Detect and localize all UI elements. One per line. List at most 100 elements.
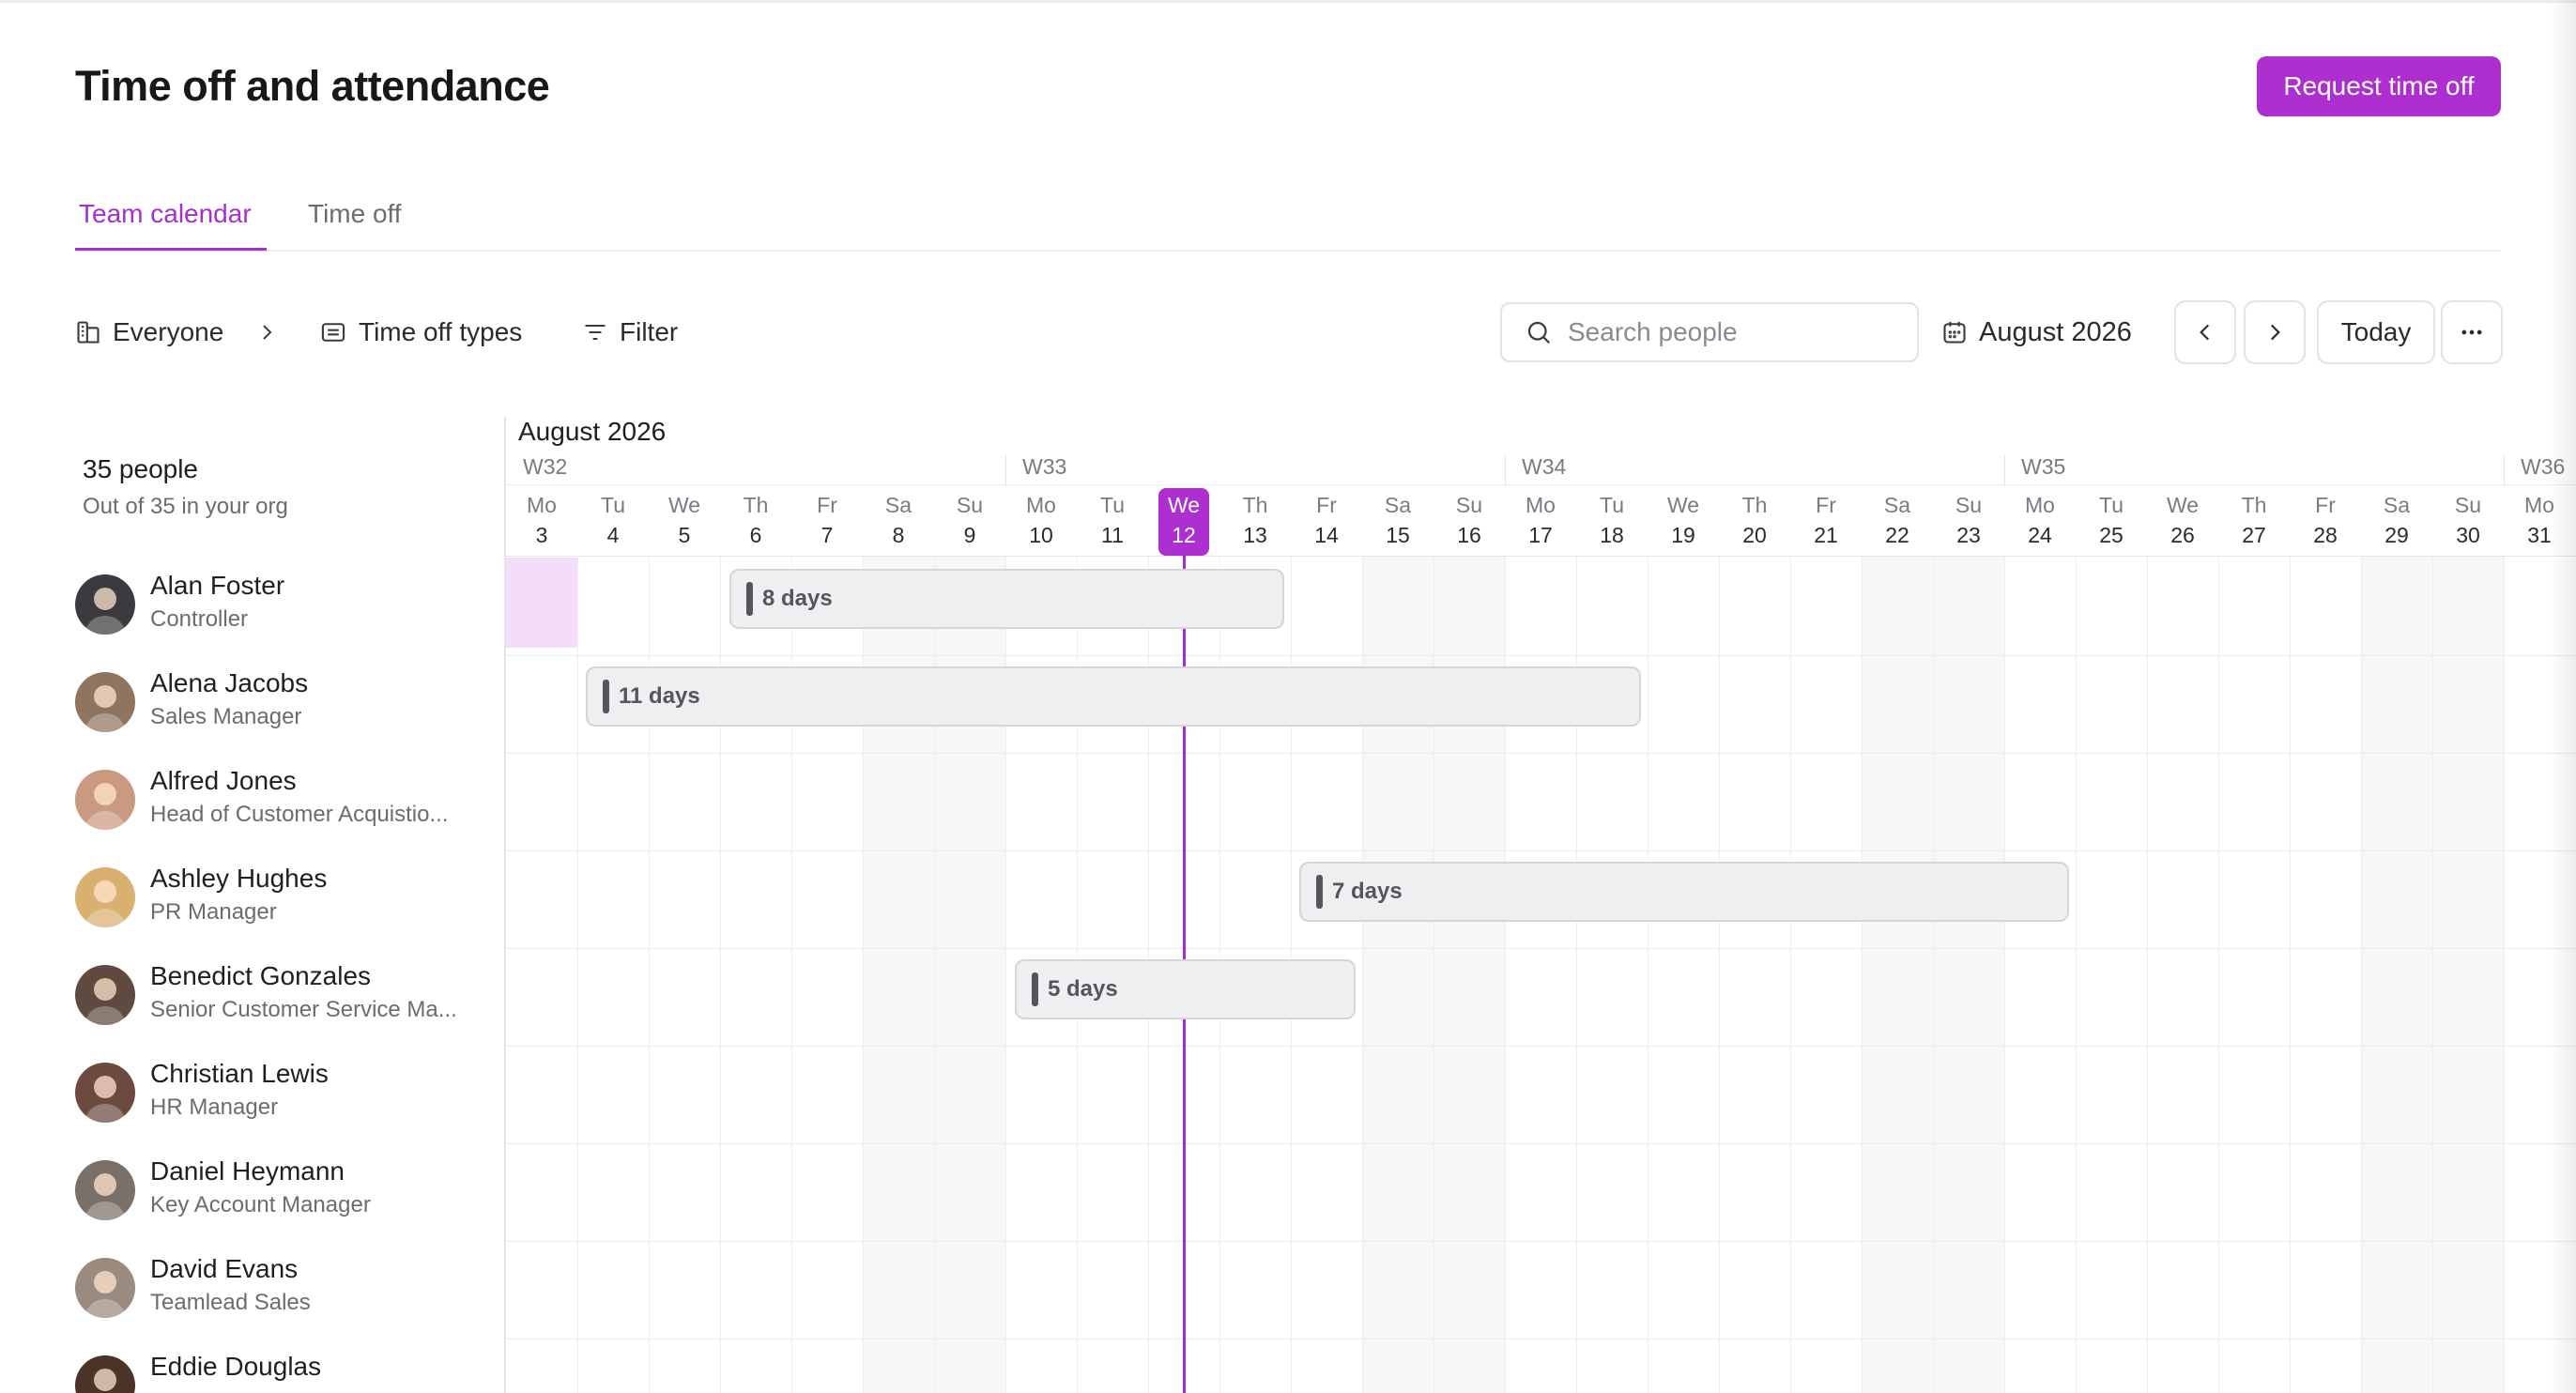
day-header[interactable]: Mo 10 [1005,490,1077,550]
day-header[interactable]: Sa 15 [1362,490,1434,550]
chevron-right-icon[interactable] [255,319,278,345]
day-header[interactable]: Tu 18 [1576,490,1648,550]
day-header[interactable]: We 12 [1148,490,1219,550]
absence-bar[interactable]: 11 days [586,666,1641,727]
right-edge-shadow [2550,0,2576,1393]
day-header[interactable]: Th 13 [1219,490,1291,550]
person-row[interactable]: Eddie Douglas [75,1348,488,1393]
row-gridline [506,948,2576,949]
avatar [75,770,135,830]
week-separator [1005,454,1006,486]
person-row[interactable]: Benedict Gonzales Senior Customer Service… [75,957,488,1055]
day-gridline [1719,557,1720,1393]
day-header[interactable]: Sa 29 [2361,490,2432,550]
next-month-button[interactable] [2244,300,2306,364]
day-gridline [2218,557,2219,1393]
calendar-icon [1941,319,1968,345]
month-picker[interactable]: August 2026 [1941,314,2132,351]
absence-type-indicator [603,680,609,713]
absence-type-indicator [746,582,753,616]
day-header[interactable]: Fr 28 [2290,490,2361,550]
day-name: Tu [601,493,625,517]
day-name: Mo [527,493,557,517]
day-number: 13 [1243,523,1267,547]
absence-bar[interactable]: 7 days [1299,862,2069,922]
person-name: Benedict Gonzales [150,961,372,990]
time-off-types-button[interactable]: Time off types [319,314,522,351]
day-header[interactable]: Su 16 [1434,490,1505,550]
day-name: Su [1455,493,1483,517]
day-name: Su [1955,493,1983,517]
day-header[interactable]: Su 23 [1933,490,2004,550]
person-row[interactable]: Daniel Heymann Key Account Manager [75,1153,488,1250]
person-row[interactable]: Christian Lewis HR Manager [75,1055,488,1153]
tab-team-calendar[interactable]: Team calendar [79,195,252,252]
absence-duration: 11 days [619,683,700,709]
day-gridline [1790,557,1791,1393]
day-header[interactable]: Th 6 [720,490,791,550]
day-gridline [2290,557,2291,1393]
day-header[interactable]: Su 30 [2432,490,2504,550]
today-button[interactable]: Today [2317,300,2435,364]
person-row[interactable]: Ashley Hughes PR Manager [75,860,488,957]
day-name: Sa [2383,493,2411,517]
week-row-divider [506,484,2576,485]
absence-duration: 5 days [1048,976,1118,1002]
day-number: 7 [820,523,834,547]
week-separator [1505,454,1506,486]
day-header[interactable]: Fr 7 [791,490,863,550]
day-header[interactable]: Fr 21 [1790,490,1862,550]
day-name: Th [2241,493,2267,517]
day-name: We [2166,493,2200,517]
day-name: We [1666,493,1700,517]
chevron-right-icon [2262,320,2287,344]
person-row[interactable]: David Evans Teamlead Sales [75,1250,488,1348]
day-name: We [1167,493,1201,517]
day-header[interactable]: Fr 14 [1291,490,1362,550]
search-people-box[interactable] [1500,302,1919,362]
absence-bar[interactable]: 8 days [729,569,1284,629]
person-name: Daniel Heymann [150,1156,345,1186]
search-input[interactable] [1568,317,1887,347]
person-row[interactable]: Alena Jacobs Sales Manager [75,665,488,762]
day-header[interactable]: Mo 3 [506,490,577,550]
day-number: 15 [1386,523,1410,547]
day-header[interactable]: Sa 8 [863,490,934,550]
day-header[interactable]: Tu 4 [577,490,649,550]
row-gridline [506,655,2576,656]
more-options-button[interactable] [2441,300,2503,364]
avatar [75,965,135,1025]
person-row[interactable]: Alan Foster Controller [75,567,488,665]
day-number: 12 [1172,523,1196,547]
day-header[interactable]: We 26 [2147,490,2218,550]
day-header[interactable]: Tu 11 [1077,490,1148,550]
filter-button[interactable]: Filter [582,314,678,351]
avatar [75,672,135,732]
day-header[interactable]: Tu 25 [2076,490,2147,550]
day-header[interactable]: We 5 [649,490,720,550]
prev-month-button[interactable] [2174,300,2236,364]
day-name: Tu [2099,493,2124,517]
day-gridline [2361,557,2362,1393]
day-header[interactable]: Su 9 [934,490,1005,550]
week-separator [2004,454,2005,486]
request-time-off-button[interactable]: Request time off [2257,56,2501,116]
absence-type-indicator [1032,972,1038,1006]
row-gridline [506,1046,2576,1047]
absence-bar[interactable]: 5 days [1015,959,1356,1019]
tab-time-off[interactable]: Time off [308,195,402,252]
day-header[interactable]: Mo 17 [1505,490,1576,550]
day-number: 14 [1314,523,1339,547]
person-row[interactable]: Alfred Jones Head of Customer Acquistio..… [75,762,488,860]
day-name: Mo [2025,493,2055,517]
day-header[interactable]: Sa 22 [1862,490,1933,550]
day-number: 23 [1956,523,1981,547]
day-name: Fr [817,493,837,517]
day-header[interactable]: We 19 [1648,490,1719,550]
group-selector[interactable]: Everyone [75,314,223,351]
day-header[interactable]: Th 27 [2218,490,2290,550]
day-name: Su [2454,493,2482,517]
day-header[interactable]: Mo 24 [2004,490,2076,550]
day-header[interactable]: Th 20 [1719,490,1790,550]
day-name: We [667,493,701,517]
